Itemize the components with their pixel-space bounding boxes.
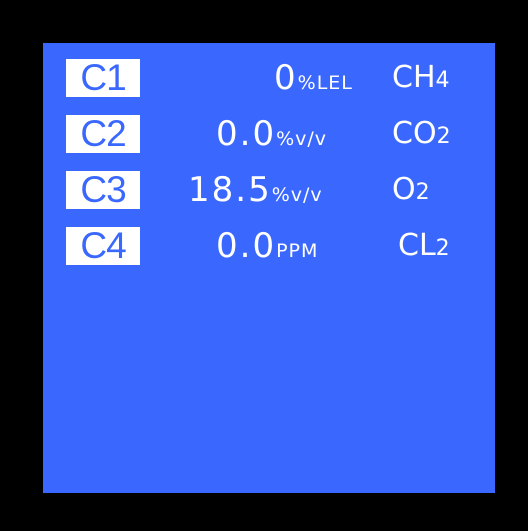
gas-detector-screen: C1 0%LEL CH4 C2 0.0%v/v CO2 C3 18.5%v/v	[43, 43, 495, 493]
reading-value: 0	[274, 58, 298, 98]
reading: 0%LEL	[274, 57, 353, 99]
channel-label: C4	[66, 227, 140, 265]
reading: 0.0%v/v	[216, 113, 327, 155]
channel-label: C2	[66, 115, 140, 153]
channel-row-1: C1 0%LEL CH4	[43, 57, 495, 99]
gas-formula-sub: 2	[436, 124, 451, 149]
channel-row-4: C4 0.0PPM CL2	[43, 225, 495, 267]
gas-formula-sub: 4	[435, 68, 450, 93]
channel-label: C3	[66, 171, 140, 209]
reading-unit: %v/v	[271, 184, 323, 206]
gas-formula: CH	[392, 60, 436, 95]
reading-unit: %v/v	[276, 128, 328, 150]
reading-value: 0.0	[216, 114, 277, 154]
gas-formula: O	[392, 172, 416, 207]
gas-name: CH4	[392, 57, 450, 99]
reading-unit: PPM	[276, 240, 319, 262]
gas-name: O2	[392, 169, 430, 211]
reading-value: 18.5	[188, 170, 272, 210]
channel-label: C1	[66, 59, 140, 97]
gas-formula-sub: 2	[435, 236, 450, 261]
gas-formula: CO	[392, 116, 437, 151]
reading: 18.5%v/v	[188, 169, 323, 211]
reading-value: 0.0	[216, 226, 277, 266]
gas-formula-sub: 2	[415, 180, 430, 205]
reading: 0.0PPM	[216, 225, 318, 267]
reading-unit: %LEL	[297, 72, 353, 94]
device-bezel: C1 0%LEL CH4 C2 0.0%v/v CO2 C3 18.5%v/v	[0, 0, 528, 531]
channel-row-2: C2 0.0%v/v CO2	[43, 113, 495, 155]
gas-formula: CL	[398, 228, 436, 263]
gas-name: CL2	[398, 225, 450, 267]
channel-row-3: C3 18.5%v/v O2	[43, 169, 495, 211]
gas-name: CO2	[392, 113, 451, 155]
